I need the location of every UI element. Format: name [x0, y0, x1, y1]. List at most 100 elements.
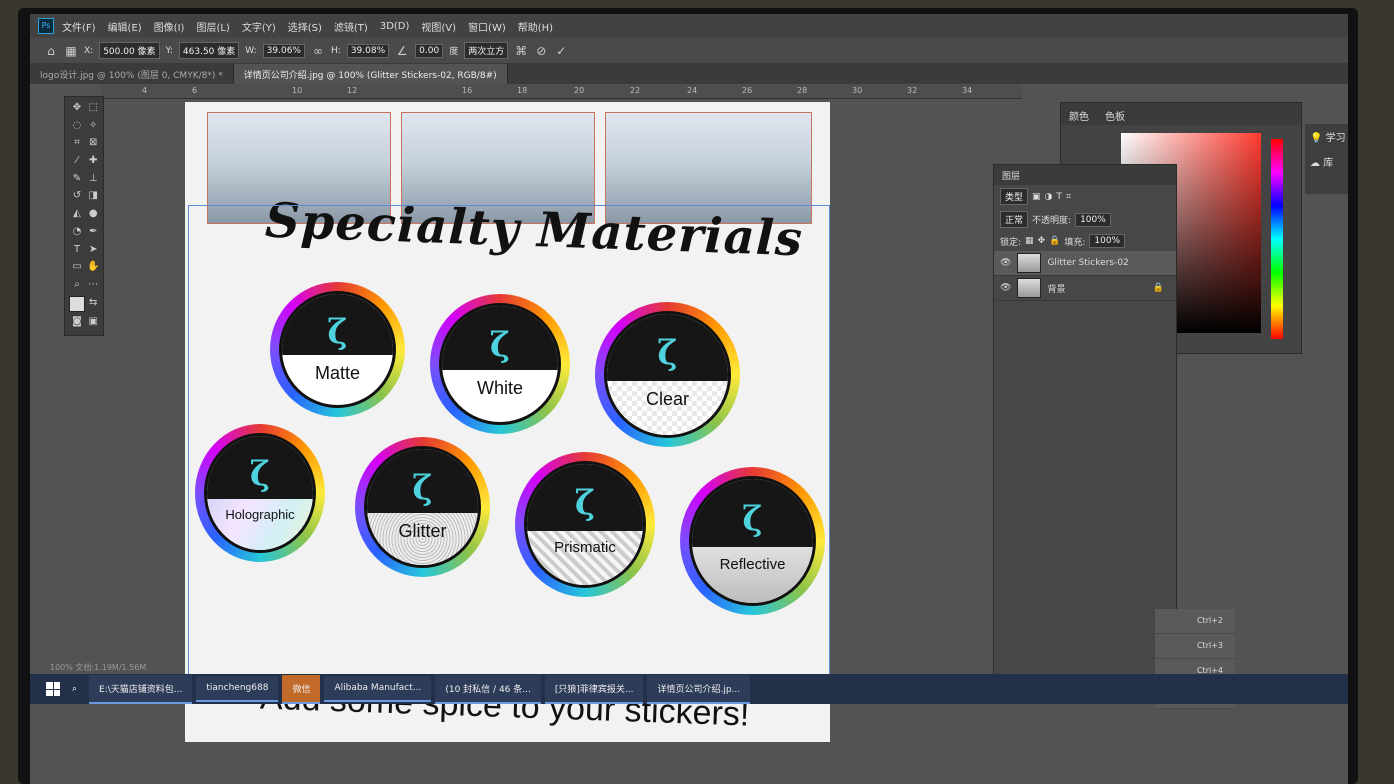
ruler-tick: 28 [797, 86, 808, 95]
frame-tool-icon[interactable]: ⊠ [87, 136, 99, 150]
eraser-tool-icon[interactable]: ◨ [87, 189, 99, 203]
shape-tool-icon[interactable]: ▭ [69, 260, 85, 274]
lock-all-icon[interactable]: 🔒 [1049, 236, 1060, 246]
tab-color[interactable]: 颜色 [1061, 103, 1097, 125]
shortcut-row[interactable]: Ctrl+3 [1155, 634, 1235, 659]
zoom-tool-icon[interactable]: ⌕ [69, 278, 85, 292]
menu-3d[interactable]: 3D(D) [380, 21, 410, 32]
ruler-tick: 34 [962, 86, 973, 95]
filter-adjust-icon[interactable]: ◑ [1045, 192, 1053, 202]
taskbar-item[interactable]: Alibaba Manufact... [324, 676, 432, 702]
taskbar-item[interactable]: [只狼]菲律宾报关... [544, 674, 644, 704]
h-label: H: [331, 45, 341, 56]
menu-edit[interactable]: 编辑(E) [108, 19, 142, 34]
layer-row[interactable]: 👁 背景 🔒 [994, 276, 1176, 301]
tools-panel: ✥ ⬚ ◌ ✧ ⌗ ⊠ ⁄ ✚ ✎ ⊥ ↺ ◨ ◭ ● ◔ ✒ T ➤ ▭ ✋ … [64, 96, 104, 336]
tab-logo[interactable]: logo设计.jpg @ 100% (图层 0, CMYK/8*) * [30, 64, 234, 84]
layers-panel-title: 图层 [994, 165, 1176, 185]
layer-name[interactable]: Glitter Stickers-02 [1047, 258, 1128, 268]
menu-type[interactable]: 文字(Y) [242, 19, 276, 34]
pen-tool-icon[interactable]: ✒ [87, 225, 99, 239]
shortcut-row[interactable]: Ctrl+2 [1155, 609, 1235, 634]
menu-layer[interactable]: 图层(L) [196, 19, 229, 34]
x-label: X: [84, 45, 94, 56]
lasso-tool-icon[interactable]: ◌ [69, 119, 85, 133]
w-label: W: [245, 45, 257, 56]
width-field[interactable]: 39.06% [262, 43, 305, 58]
taskbar-item[interactable]: 详情页公司介绍.jp... [647, 674, 751, 704]
path-select-icon[interactable]: ➤ [87, 243, 99, 257]
filter-image-icon[interactable]: ▣ [1032, 192, 1041, 202]
blend-mode-select[interactable]: 正常 [1000, 211, 1029, 228]
search-icon[interactable]: ⌕ [72, 684, 77, 694]
more-tools-icon[interactable]: ⋯ [87, 278, 99, 292]
menu-view[interactable]: 视图(V) [421, 19, 456, 34]
filter-type-icon[interactable]: T [1056, 192, 1062, 202]
crop-tool-icon[interactable]: ⌗ [69, 136, 85, 150]
taskbar-item[interactable]: 微信 [282, 674, 321, 704]
taskbar-item[interactable]: E:\天猫店铺资料包... [89, 674, 193, 704]
brush-tool-icon[interactable]: ✎ [69, 172, 85, 186]
commit-transform-icon[interactable]: ✓ [554, 44, 568, 58]
link-icon[interactable]: ∞ [311, 44, 325, 58]
windows-start-icon[interactable] [46, 682, 60, 696]
visibility-eye-icon[interactable]: 👁 [1000, 258, 1011, 268]
taskbar-item[interactable]: tiancheng688 [196, 676, 279, 702]
layer-name[interactable]: 背景 [1047, 282, 1065, 295]
menu-window[interactable]: 窗口(W) [468, 19, 506, 34]
magic-wand-icon[interactable]: ✧ [87, 119, 99, 133]
fill-field[interactable]: 100% [1089, 234, 1126, 248]
layer-filter-select[interactable]: 类型 [1000, 188, 1029, 205]
quick-mask-icon[interactable]: ◙ [69, 315, 85, 329]
layer-row[interactable]: 👁 Glitter Stickers-02 [994, 251, 1176, 276]
lock-pixels-icon[interactable]: ▦ [1025, 236, 1034, 246]
ruler-tick: 18 [517, 86, 528, 95]
dodge-tool-icon[interactable]: ◔ [69, 225, 85, 239]
hue-slider[interactable] [1271, 139, 1283, 339]
screen-mode-icon[interactable]: ▣ [87, 315, 99, 329]
document-canvas[interactable]: Specialty Materials ζ Matte ζ White ζ Clear… [185, 102, 830, 742]
foreground-color-swatch[interactable] [69, 295, 85, 312]
swap-colors-icon[interactable]: ⇆ [87, 296, 99, 310]
bucket-tool-icon[interactable]: ◭ [69, 207, 85, 221]
transform-bounding-box[interactable] [188, 205, 830, 687]
menu-select[interactable]: 选择(S) [288, 19, 322, 34]
angle-field[interactable]: 0.00 [415, 43, 444, 58]
hand-tool-icon[interactable]: ✋ [87, 260, 99, 274]
menu-file[interactable]: 文件(F) [62, 19, 96, 34]
learn-label: 学习 [1325, 133, 1346, 144]
lock-position-icon[interactable]: ✥ [1038, 236, 1046, 246]
reference-point-icon[interactable]: ▦ [64, 44, 78, 58]
visibility-eye-icon[interactable]: 👁 [1000, 283, 1011, 293]
blur-tool-icon[interactable]: ● [87, 207, 99, 221]
libraries-button[interactable]: ☁ 库 [1305, 149, 1348, 174]
menu-filter[interactable]: 滤镜(T) [334, 19, 368, 34]
x-position-field[interactable]: 500.00 像素 [99, 42, 160, 59]
cancel-transform-icon[interactable]: ⊘ [534, 44, 548, 58]
filter-shape-icon[interactable]: ⌗ [1066, 192, 1071, 202]
options-bar: ⌂ ▦ X: 500.00 像素 Y: 463.50 像素 W: 39.06% … [30, 38, 1348, 64]
menu-help[interactable]: 帮助(H) [518, 19, 553, 34]
taskbar-item[interactable]: (10 封私信 / 46 条... [435, 674, 541, 704]
learn-button[interactable]: 💡 学习 [1305, 124, 1348, 149]
home-icon[interactable]: ⌂ [44, 44, 58, 58]
stamp-tool-icon[interactable]: ⊥ [87, 172, 99, 186]
type-tool-icon[interactable]: T [69, 243, 85, 257]
horizontal-ruler: 4 6 10 12 16 18 20 22 24 26 28 30 32 34 [102, 84, 1022, 99]
tab-detail-page[interactable]: 详情页公司介绍.jpg @ 100% (Glitter Stickers-02,… [233, 64, 508, 84]
marquee-tool-icon[interactable]: ⬚ [87, 101, 99, 115]
photoshop-app-icon[interactable]: Ps [38, 18, 54, 34]
interpolation-select[interactable]: 两次立方 [464, 42, 509, 59]
height-field[interactable]: 39.08% [346, 43, 390, 58]
ruler-tick: 20 [574, 86, 585, 95]
opacity-field[interactable]: 100% [1075, 212, 1111, 227]
ruler-tick: 10 [292, 86, 303, 95]
history-brush-icon[interactable]: ↺ [69, 189, 85, 203]
warp-icon[interactable]: ⌘ [514, 44, 528, 58]
eyedropper-icon[interactable]: ⁄ [69, 154, 85, 168]
healing-brush-icon[interactable]: ✚ [87, 154, 99, 168]
tab-swatches[interactable]: 色板 [1097, 103, 1133, 125]
y-position-field[interactable]: 463.50 像素 [178, 42, 240, 59]
move-tool-icon[interactable]: ✥ [69, 101, 85, 115]
menu-image[interactable]: 图像(I) [154, 19, 185, 34]
